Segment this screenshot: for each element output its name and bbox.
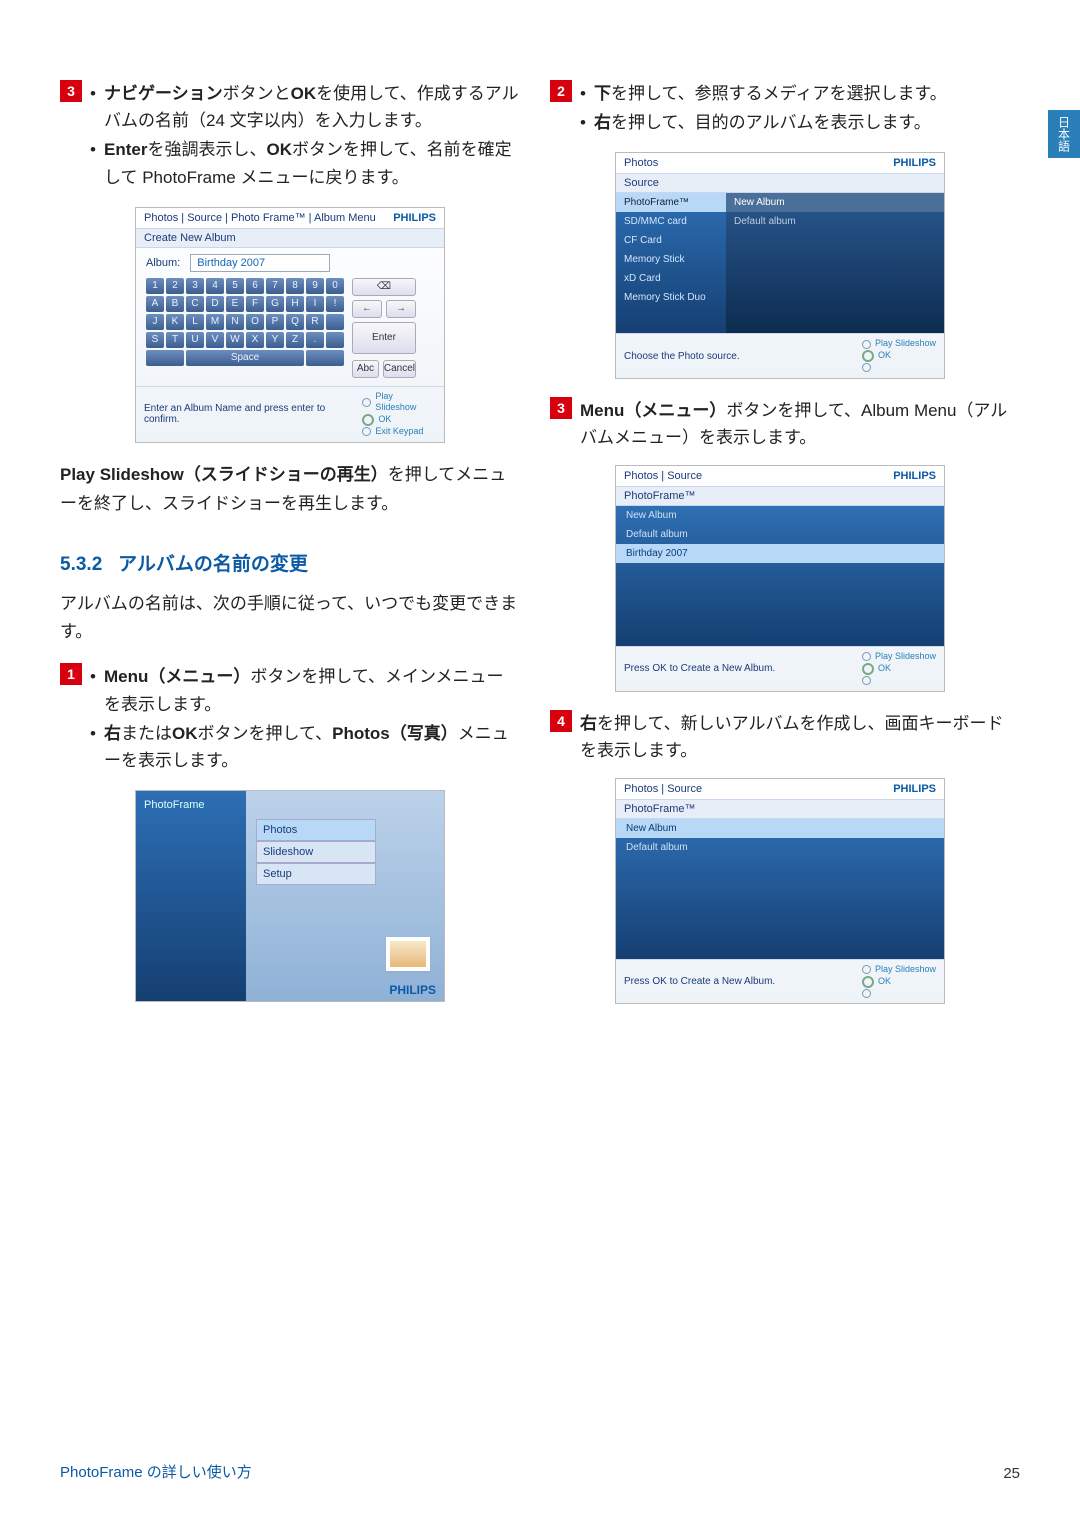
breadcrumb: Photos | Source bbox=[624, 470, 702, 482]
backspace-key[interactable]: ⌫ bbox=[352, 278, 416, 296]
step-number-1: 1 bbox=[60, 663, 82, 685]
hint-text: Choose the Photo source. bbox=[624, 351, 740, 362]
step-2: 2 • 下を押して、参照するメディアを選択します。 • 右を押して、目的のアルバ… bbox=[550, 80, 1010, 138]
step-3-right: 3 Menu（メニュー）ボタンを押して、Album Menu（アルバムメニュー）… bbox=[550, 397, 1010, 451]
step-number-2: 2 bbox=[550, 80, 572, 102]
menu-setup[interactable]: Setup bbox=[256, 863, 376, 885]
album-list[interactable]: New Album Default album bbox=[616, 819, 944, 959]
breadcrumb: Photos | Source | Photo Frame™ | Album M… bbox=[144, 212, 376, 224]
album-sublist[interactable]: New Album Default album bbox=[726, 193, 944, 333]
step-number-3: 3 bbox=[60, 80, 82, 102]
page-number: 25 bbox=[1003, 1465, 1020, 1482]
figure-album-list: Photos | Source PHILIPS PhotoFrame™ New … bbox=[615, 465, 945, 691]
brand-logo: PHILIPS bbox=[893, 157, 936, 169]
step-4: 4 右を押して、新しいアルバムを作成し、画面キーボードを表示します。 bbox=[550, 710, 1010, 764]
step-1: 1 • Menu（メニュー）ボタンを押して、メインメニューを表示します。 • 右… bbox=[60, 663, 520, 776]
button-hints: Play Slideshow OK bbox=[862, 964, 936, 999]
album-list[interactable]: New Album Default album Birthday 2007 bbox=[616, 506, 944, 646]
right-arrow-key[interactable]: → bbox=[386, 300, 416, 318]
menu-photos[interactable]: Photos bbox=[256, 819, 376, 841]
menu-slideshow[interactable]: Slideshow bbox=[256, 841, 376, 863]
figure-main-menu: PhotoFrame Photos Slideshow Setup PHILIP… bbox=[135, 790, 445, 1002]
brand-logo: PHILIPS bbox=[393, 212, 436, 224]
figure-album-list-2: Photos | Source PHILIPS PhotoFrame™ New … bbox=[615, 778, 945, 1004]
side-tab: 日本語 bbox=[1048, 110, 1080, 158]
figure-source: Photos PHILIPS Source PhotoFrame™ SD/MMC… bbox=[615, 152, 945, 378]
figure-title: Create New Album bbox=[136, 228, 444, 248]
thumbnail-image bbox=[386, 937, 430, 971]
hint-text: Press OK to Create a New Album. bbox=[624, 663, 775, 674]
source-list[interactable]: PhotoFrame™ SD/MMC card CF Card Memory S… bbox=[616, 193, 726, 333]
right-column: 2 • 下を押して、参照するメディアを選択します。 • 右を押して、目的のアルバ… bbox=[550, 80, 1010, 1022]
step-3-left: 3 • ナビゲーションボタンとOKを使用して、作成するアルバムの名前（24 文字… bbox=[60, 80, 520, 193]
main-menu-list[interactable]: Photos Slideshow Setup bbox=[256, 819, 376, 885]
brand-logo: PHILIPS bbox=[389, 983, 436, 997]
brand-logo: PHILIPS bbox=[893, 783, 936, 795]
onscreen-keyboard[interactable]: 1234567890 ABCDEFGHI! JKLMNOPQR STUVWXYZ… bbox=[146, 278, 344, 378]
section-heading: 5.3.2 アルバムの名前の変更 bbox=[60, 549, 520, 576]
step-number-3: 3 bbox=[550, 397, 572, 419]
play-slideshow-paragraph: Play Slideshow（スライドショーの再生）を押してメニューを終了し、ス… bbox=[60, 461, 520, 519]
cancel-key[interactable]: Cancel bbox=[383, 360, 416, 378]
button-hints: Play Slideshow OK bbox=[862, 338, 936, 373]
intro-paragraph: アルバムの名前は、次の手順に従って、いつでも変更できます。 bbox=[60, 590, 520, 648]
breadcrumb: Photos bbox=[624, 157, 658, 169]
figure-keypad: Photos | Source | Photo Frame™ | Album M… bbox=[135, 207, 445, 443]
main-menu-title: PhotoFrame bbox=[136, 791, 246, 1001]
button-hints: Play Slideshow OK bbox=[862, 651, 936, 686]
breadcrumb: Photos | Source bbox=[624, 783, 702, 795]
album-name-input[interactable]: Birthday 2007 bbox=[190, 254, 330, 272]
left-arrow-key[interactable]: ← bbox=[352, 300, 382, 318]
hint-text: Press OK to Create a New Album. bbox=[624, 976, 775, 987]
footer-section-title: PhotoFrame の詳しい使い方 bbox=[60, 1461, 252, 1482]
step-number-4: 4 bbox=[550, 710, 572, 732]
brand-logo: PHILIPS bbox=[893, 470, 936, 482]
button-hints: Play Slideshow OK Exit Keypad bbox=[362, 391, 436, 438]
left-column: 3 • ナビゲーションボタンとOKを使用して、作成するアルバムの名前（24 文字… bbox=[60, 80, 520, 1022]
abc-key[interactable]: Abc bbox=[352, 360, 379, 378]
hint-text: Enter an Album Name and press enter to c… bbox=[144, 403, 362, 425]
enter-key[interactable]: Enter bbox=[352, 322, 416, 354]
